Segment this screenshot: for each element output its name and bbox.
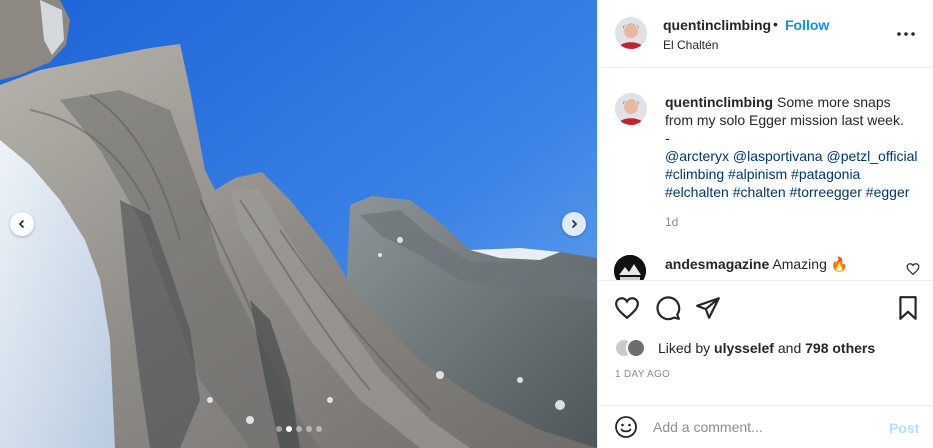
more-options-icon[interactable] — [896, 24, 916, 44]
carousel-indicator — [0, 426, 597, 432]
comments-list[interactable]: quentinclimbing Some more snaps from my … — [598, 69, 933, 280]
post-location[interactable]: El Chaltén — [663, 38, 718, 52]
mountain-photo — [0, 0, 597, 448]
like-comment-heart-icon[interactable] — [906, 262, 920, 276]
caption-age: 1d — [665, 215, 679, 229]
likes-prefix: Liked by — [658, 340, 715, 356]
post-timestamp: 1 DAY AGO — [615, 369, 671, 380]
comment-bubble-icon — [656, 296, 681, 321]
previous-photo-button[interactable] — [10, 212, 34, 236]
caption-separator: - — [665, 130, 670, 146]
post-header: quentinclimbing • Follow El Chaltén — [598, 0, 933, 68]
caption-mentions[interactable]: @arcteryx @lasportivana @petzl_official — [665, 148, 917, 164]
follow-button[interactable]: Follow — [785, 17, 829, 33]
likes-middle: and — [773, 340, 806, 356]
paper-plane-icon — [696, 297, 720, 319]
carousel-dot — [305, 426, 312, 432]
caption-hashtags[interactable]: #climbing #alpinism #patagonia #elchalte… — [665, 166, 909, 200]
likes-text: Liked by ulysselef and 798 others — [658, 340, 875, 356]
likes-others-count[interactable]: 798 others — [805, 340, 875, 356]
emoji-smiley-icon[interactable] — [614, 415, 638, 439]
commenter-username[interactable]: andesmagazine — [665, 256, 769, 272]
add-comment-bar: Post — [598, 405, 933, 448]
caption-username[interactable]: quentinclimbing — [665, 94, 773, 110]
separator-bullet: • — [773, 16, 778, 32]
carousel-dot — [295, 426, 302, 432]
like-button[interactable] — [614, 295, 640, 321]
carousel-dot — [275, 426, 282, 432]
commenter-avatar[interactable] — [614, 255, 646, 280]
liker-avatar — [626, 338, 646, 358]
liker-username[interactable]: ulysselef — [714, 340, 774, 356]
post-photo[interactable] — [0, 0, 597, 448]
author-avatar[interactable] — [615, 17, 647, 49]
chevron-left-icon — [18, 219, 25, 229]
carousel-dot-active — [285, 426, 292, 432]
post-comment-button[interactable]: Post — [889, 420, 919, 436]
andes-logo-icon — [614, 255, 646, 280]
share-button[interactable] — [695, 295, 721, 321]
post-actions: Liked by ulysselef and 798 others 1 DAY … — [598, 280, 933, 448]
fire-emoji-icon: 🔥 — [830, 256, 849, 272]
avatar-image — [615, 17, 647, 49]
carousel-dot — [315, 426, 322, 432]
comment-button[interactable] — [655, 295, 681, 321]
next-photo-button[interactable] — [562, 212, 586, 236]
caption-avatar[interactable] — [615, 93, 647, 125]
save-button[interactable] — [895, 295, 921, 321]
comment-input[interactable] — [653, 416, 873, 438]
caption-text: quentinclimbing Some more snaps from my … — [665, 93, 921, 201]
comment-body: Amazing — [769, 256, 831, 272]
heart-icon — [615, 297, 639, 320]
avatar-image — [615, 93, 647, 125]
comment-text: andesmagazine Amazing 🔥 — [665, 256, 848, 273]
post-details-panel: quentinclimbing • Follow El Chaltén quen… — [597, 0, 933, 448]
author-username[interactable]: quentinclimbing — [663, 17, 771, 33]
bookmark-icon — [899, 296, 917, 320]
chevron-right-icon — [571, 219, 578, 229]
